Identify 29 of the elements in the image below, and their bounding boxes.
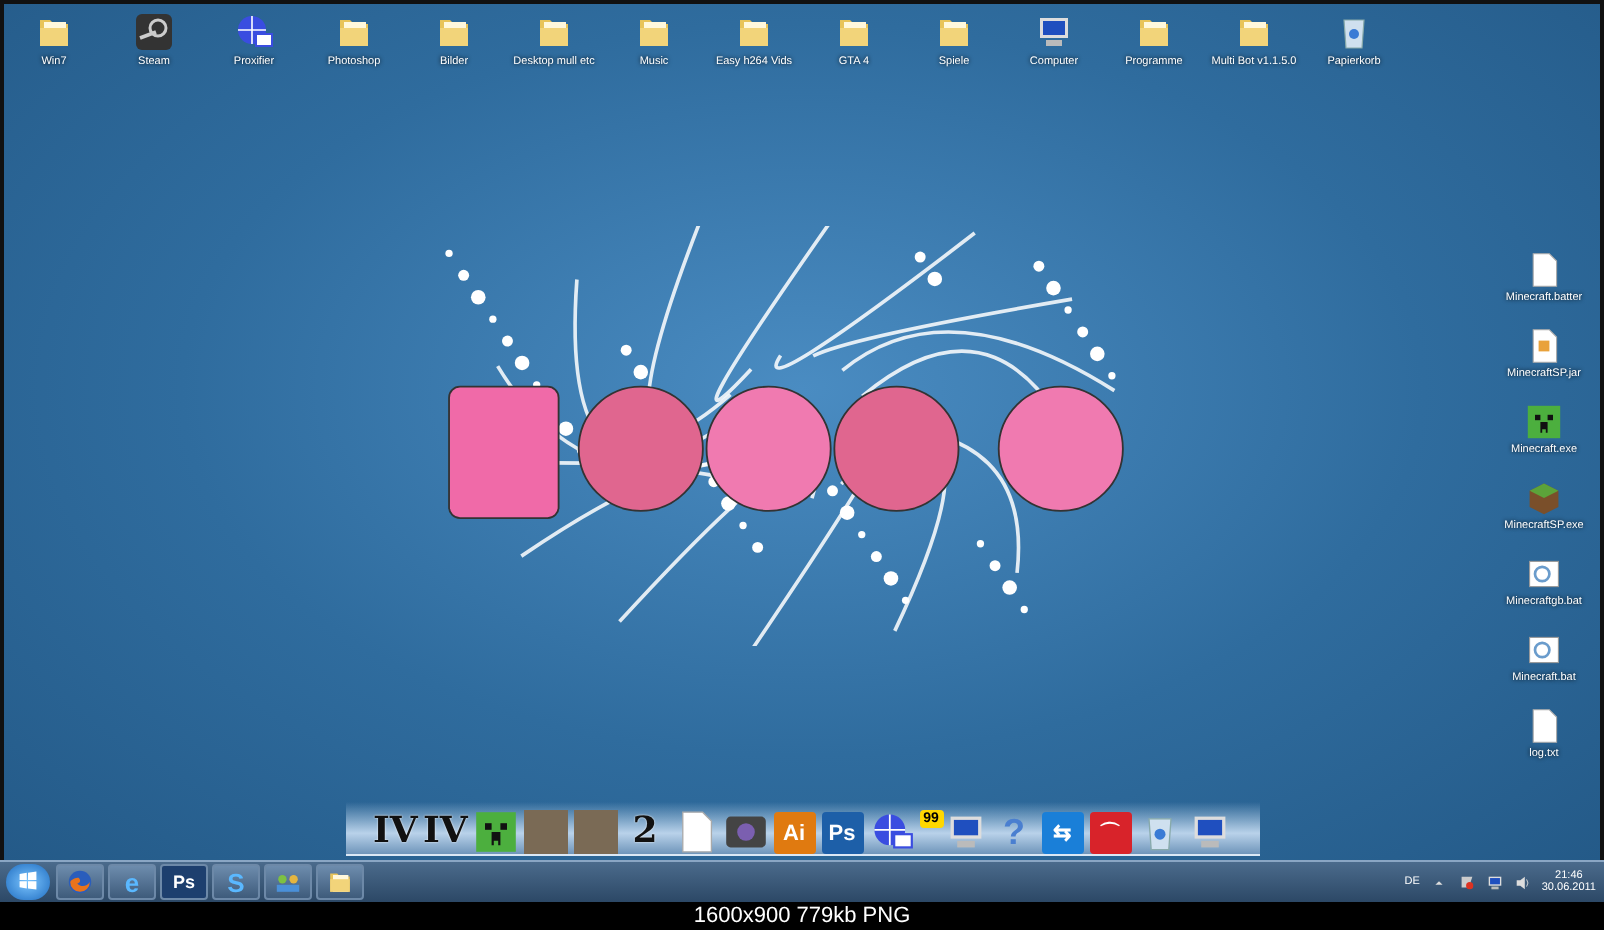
app-tile[interactable]: Ps — [821, 812, 863, 854]
game-logo[interactable]: IV — [423, 810, 467, 854]
bat-icon — [1526, 632, 1562, 668]
game-logo[interactable]: IV — [373, 810, 417, 854]
taskbar-button[interactable] — [316, 864, 364, 900]
firefox-icon — [66, 868, 94, 896]
creeper-icon — [473, 810, 517, 854]
image-caption: 1600x900 779kb PNG — [693, 904, 911, 928]
computer-icon — [1485, 873, 1504, 891]
speaker-icon — [1513, 873, 1532, 891]
folder-icon — [326, 868, 354, 896]
start-button[interactable] — [6, 864, 50, 900]
game-cover-icon — [573, 810, 617, 854]
block-icon — [1526, 480, 1562, 516]
computer-icon — [1034, 12, 1074, 52]
creeper-icon — [1526, 404, 1562, 440]
taskbar-button[interactable] — [264, 864, 312, 900]
taskbar-button[interactable]: Ps — [160, 864, 208, 900]
windows-icon — [16, 867, 40, 891]
bat-icon — [1526, 556, 1562, 592]
game-cover-icon — [523, 810, 567, 854]
app-tile[interactable]: ⇆ — [1041, 812, 1083, 854]
globe-icon — [234, 12, 274, 52]
app-tile[interactable]: ⌒ — [1089, 812, 1131, 854]
flag-icon — [1457, 873, 1476, 891]
app-tile[interactable]: Ai — [773, 812, 815, 854]
game-logo[interactable]: 2 — [623, 810, 667, 854]
globe-icon — [869, 810, 913, 854]
app-icon — [134, 12, 174, 52]
